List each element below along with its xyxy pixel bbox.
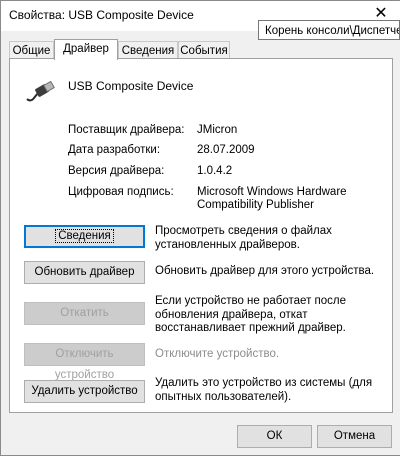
tab-events[interactable]: События [178, 41, 230, 59]
description-line: Отключите устройство. [155, 348, 280, 360]
ok-button[interactable]: ОК [237, 425, 312, 448]
device-name: USB Composite Device [68, 79, 194, 93]
provider-label: Поставщик драйвера: [68, 124, 185, 136]
signature-line-2: Compatibility Publisher [197, 199, 314, 211]
tab-details[interactable]: Сведения [118, 41, 178, 59]
description-line: Обновить драйвер для этого устройства. [155, 265, 375, 277]
update-driver-button[interactable]: Обновить драйвер [24, 261, 145, 284]
provider-value: JMicron [197, 124, 238, 136]
rollback-driver-description: Если устройство не работает после обновл… [155, 295, 387, 336]
tooltip: Корень консоли\Диспетчер устройств [258, 20, 400, 40]
driver-details-button[interactable]: Сведения [24, 225, 145, 248]
description-line: Удалить это устройство из системы (для [155, 377, 373, 389]
rollback-driver-button[interactable]: Откатить [24, 302, 145, 325]
uninstall-device-description: Удалить это устройство из системы (для о… [155, 377, 387, 404]
properties-dialog: Свойства: USB Composite Device ✕ Корень … [0, 0, 400, 456]
driver-tab-panel: USB Composite Device Поставщик драйвера:… [9, 58, 393, 413]
description-line: восстанавливает прежний драйвер. [155, 322, 346, 334]
description-line: Просмотреть сведения о файлах [155, 225, 332, 237]
description-line: установленных драйверов. [155, 238, 300, 251]
tab-driver[interactable]: Драйвер [54, 39, 118, 60]
uninstall-device-button[interactable]: Удалить устройство [24, 380, 145, 403]
description-line: опытных пользователей). [155, 390, 292, 403]
window-title: Свойства: USB Composite Device [9, 8, 194, 22]
tab-general[interactable]: Общие [9, 41, 54, 59]
driver-details-description: Просмотреть сведения о файлах установлен… [155, 225, 387, 252]
disable-device-button[interactable]: Отключить устройство [24, 343, 145, 381]
version-value: 1.0.4.2 [197, 165, 233, 177]
disable-device-description: Отключите устройство. [155, 348, 387, 362]
signature-value: Microsoft Windows Hardware Compatibility… [197, 186, 347, 212]
signature-label: Цифровая подпись: [68, 186, 174, 198]
driver-details-button-label: Сведения [55, 229, 114, 243]
signature-line-1: Microsoft Windows Hardware [197, 186, 347, 198]
cancel-button[interactable]: Отмена [317, 425, 392, 448]
update-driver-description: Обновить драйвер для этого устройства. [155, 265, 387, 279]
version-label: Версия драйвера: [68, 165, 165, 177]
usb-cable-icon [26, 81, 55, 102]
date-label: Дата разработки: [68, 144, 161, 156]
description-line: Если устройство не работает после [155, 295, 347, 307]
date-value: 28.07.2009 [197, 144, 255, 156]
description-line: обновления драйвера, откат [155, 308, 308, 321]
